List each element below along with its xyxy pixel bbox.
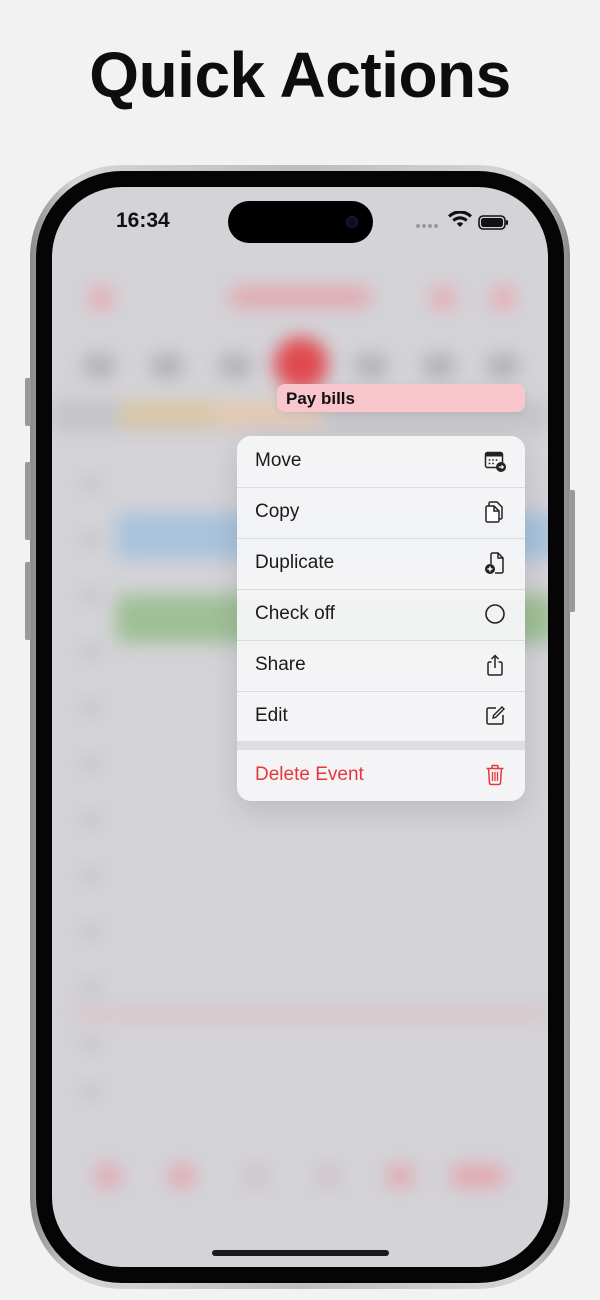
context-menu: Move Copy Duplicate Check off Share Edit…	[237, 436, 525, 801]
blurred-day	[220, 355, 250, 377]
blurred-hour-label	[82, 591, 100, 599]
blurred-hour-label	[82, 759, 100, 767]
menu-item-share[interactable]: Share	[237, 640, 525, 692]
blurred-day	[488, 355, 518, 377]
blurred-hour-label	[82, 479, 100, 487]
menu-item-delete-event[interactable]: Delete Event	[237, 750, 525, 801]
blurred-all-day-event	[120, 401, 220, 427]
blurred-hour-label	[82, 703, 100, 711]
blurred-hour-label	[82, 647, 100, 655]
menu-item-label: Move	[255, 450, 302, 471]
blurred-tab-icon	[170, 1165, 194, 1187]
blurred-tab-icon	[96, 1165, 120, 1187]
blurred-search-icon	[432, 287, 454, 309]
event-preview[interactable]: Pay bills	[277, 384, 525, 412]
volume-down-button	[25, 562, 31, 640]
cellular-signal-icon	[416, 224, 438, 228]
blurred-hour-label	[82, 1039, 100, 1047]
event-title: Pay bills	[286, 389, 355, 408]
menu-item-label: Edit	[255, 705, 288, 726]
wifi-icon	[448, 210, 472, 227]
volume-up-button	[25, 462, 31, 540]
blurred-tab-icon	[244, 1165, 268, 1187]
blurred-day	[84, 355, 114, 377]
menu-item-copy[interactable]: Copy	[237, 487, 525, 539]
duplicate-icon	[485, 552, 504, 574]
copy-icon	[485, 501, 503, 523]
status-icons	[416, 210, 508, 238]
home-indicator[interactable]	[212, 1250, 389, 1256]
blurred-hour-label	[82, 871, 100, 879]
menu-item-label: Copy	[255, 501, 300, 522]
blurred-hour-label	[82, 815, 100, 823]
menu-item-move[interactable]: Move	[237, 436, 525, 488]
blurred-month-title	[230, 287, 370, 307]
menu-item-edit[interactable]: Edit	[237, 691, 525, 742]
front-camera	[346, 216, 358, 228]
blurred-tab-icon	[452, 1165, 504, 1187]
blurred-hour-label	[82, 535, 100, 543]
menu-item-duplicate[interactable]: Duplicate	[237, 538, 525, 590]
blurred-day	[356, 355, 386, 377]
power-button	[569, 490, 575, 612]
blurred-hour-label	[82, 927, 100, 935]
menu-item-label: Share	[255, 654, 306, 675]
blurred-hour-label	[82, 983, 100, 991]
blurred-hour-label	[82, 1087, 100, 1095]
share-icon	[487, 654, 503, 676]
dynamic-island	[228, 201, 373, 243]
status-time: 16:34	[116, 209, 170, 232]
menu-item-label: Delete Event	[255, 764, 364, 785]
blurred-day	[152, 355, 182, 377]
blurred-tab-icon	[316, 1165, 340, 1187]
trash-icon	[486, 764, 504, 786]
blurred-day	[424, 355, 454, 377]
battery-icon	[478, 215, 508, 230]
circle-icon	[485, 604, 505, 624]
menu-section-separator	[237, 741, 525, 750]
page-headline: Quick Actions	[89, 39, 511, 111]
menu-item-check-off[interactable]: Check off	[237, 589, 525, 641]
blurred-menu-icon	[90, 287, 112, 309]
status-icons-svg	[416, 210, 508, 230]
blurred-tab-icon	[388, 1165, 412, 1187]
blurred-today-marker	[274, 337, 328, 391]
blurred-current-time-line	[72, 1011, 548, 1015]
calendar-move-icon	[484, 451, 506, 472]
blurred-add-icon	[492, 287, 514, 309]
phone-screen: 16:34 Pay bills Move Copy Duplicate Chec…	[52, 187, 548, 1267]
edit-icon	[486, 706, 505, 725]
menu-item-label: Duplicate	[255, 552, 335, 573]
silent-switch	[25, 378, 31, 426]
menu-item-label: Check off	[255, 603, 335, 624]
